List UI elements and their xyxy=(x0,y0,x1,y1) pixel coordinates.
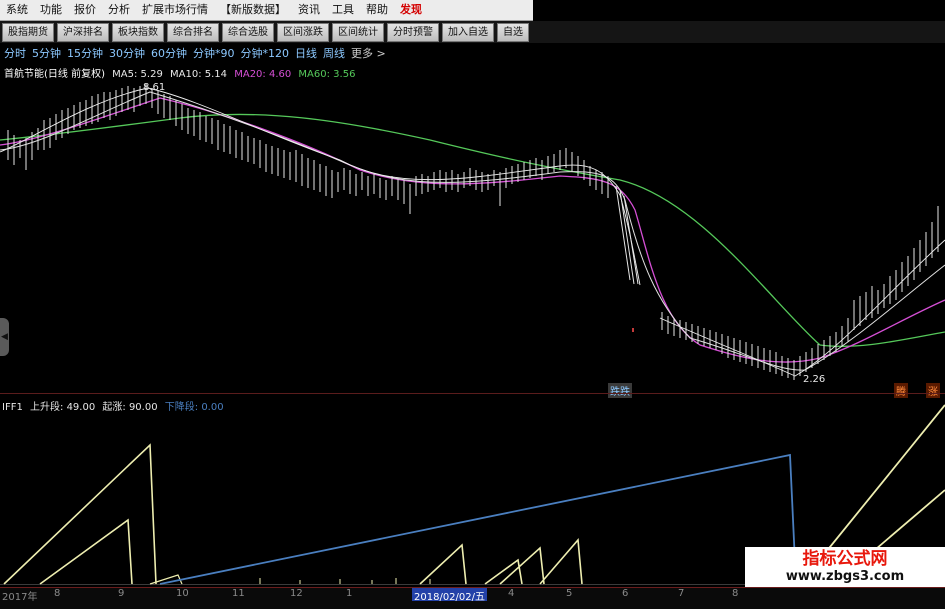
rise-tag-1: 腾 xyxy=(894,383,908,398)
ma20-line xyxy=(0,97,945,363)
date-axis: 2017年 8 9 10 11 12 1 2018/02/02/五 4 5 6 … xyxy=(0,587,945,603)
price-low-label: 2.26 xyxy=(803,374,826,385)
indicator-legend: IFF1 上升段: 49.00 起涨: 90.00 下降段: 0.00 xyxy=(2,398,224,413)
date-tick: 8 xyxy=(732,588,739,599)
date-tick: 7 xyxy=(678,588,685,599)
price-high-label: 8.61 xyxy=(143,82,166,93)
candle-cluster-1 xyxy=(7,84,189,170)
date-tick: 8 xyxy=(54,588,61,599)
ma5-line xyxy=(0,87,945,377)
indicator-name[interactable]: IFF1 xyxy=(2,402,23,413)
up-segment-4 xyxy=(419,538,583,585)
rise-tag-2: 涨 xyxy=(926,383,940,398)
small-ticks xyxy=(259,578,431,584)
signal-marker xyxy=(632,328,634,332)
side-expand-handle[interactable]: ◀ xyxy=(0,318,9,356)
candle-cluster-3 xyxy=(661,206,939,380)
watermark-url: www.zbgs3.com xyxy=(785,569,905,584)
date-tick: 11 xyxy=(232,588,245,599)
candle-cluster-2 xyxy=(193,110,609,214)
up-segment-1 xyxy=(3,443,157,585)
date-tick: 12 xyxy=(290,588,303,599)
up-segment-2 xyxy=(39,518,133,585)
pane-divider[interactable] xyxy=(0,393,945,394)
indicator-up-value: 上升段: 49.00 xyxy=(30,402,96,413)
watermark: 指标公式网 www.zbgs3.com xyxy=(745,547,945,587)
indicator-start-value: 起涨: 90.00 xyxy=(102,402,158,413)
date-tick: 9 xyxy=(118,588,125,599)
chart-canvas xyxy=(0,84,945,585)
date-tick: 10 xyxy=(176,588,189,599)
down-segment xyxy=(159,453,797,585)
ma60-line xyxy=(0,113,945,347)
bottom-strip xyxy=(0,601,945,609)
indicator-down-value: 下降段: 0.00 xyxy=(164,402,224,413)
fall-tag: 跌跌 xyxy=(608,383,632,398)
date-tick: 6 xyxy=(622,588,629,599)
date-tick: 4 xyxy=(508,588,515,599)
date-tick: 5 xyxy=(566,588,573,599)
chevron-left-icon: ◀ xyxy=(1,332,8,342)
candlesticks xyxy=(7,84,939,380)
date-tick: 1 xyxy=(346,588,353,599)
watermark-title: 指标公式网 xyxy=(802,549,888,569)
